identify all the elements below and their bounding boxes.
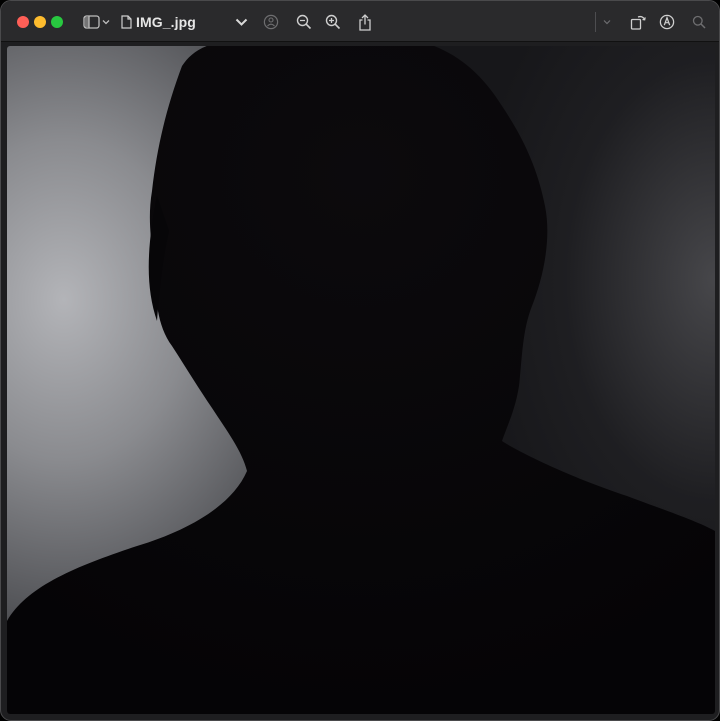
sidebar-options-button[interactable] <box>100 11 112 33</box>
sidebar-icon <box>82 15 100 29</box>
title-menu-button[interactable] <box>232 11 250 33</box>
search-icon <box>692 15 706 29</box>
toolbar-divider <box>595 12 596 32</box>
share-button[interactable] <box>355 11 375 33</box>
markup-icon <box>659 14 675 30</box>
zoom-in-button[interactable] <box>323 11 343 33</box>
zoom-out-button[interactable] <box>294 11 314 33</box>
document-proxy-icon[interactable] <box>119 11 133 33</box>
title-chevron-icon <box>235 18 248 27</box>
window-title[interactable]: IMG_.jpg <box>136 13 196 31</box>
rotate-button[interactable] <box>628 11 648 33</box>
share-icon <box>358 13 372 31</box>
rotate-icon <box>630 14 647 30</box>
silhouette-photo <box>7 46 715 714</box>
zoom-in-icon <box>325 14 341 30</box>
markup-button[interactable] <box>657 11 677 33</box>
document-icon <box>120 15 132 29</box>
person-silhouette <box>7 46 715 714</box>
chevron-down-icon <box>102 19 110 25</box>
title-bar: IMG_.jpg <box>1 1 719 42</box>
person-button[interactable] <box>261 11 281 33</box>
image-viewer[interactable] <box>7 46 715 714</box>
person-icon <box>263 14 279 30</box>
sidebar-toggle-button[interactable] <box>81 11 101 33</box>
toolbar-overflow-button[interactable] <box>601 11 613 33</box>
chevron-down-icon <box>603 19 611 25</box>
minimize-button[interactable] <box>34 16 46 28</box>
zoom-out-icon <box>296 14 312 30</box>
fullscreen-button[interactable] <box>51 16 63 28</box>
close-button[interactable] <box>17 16 29 28</box>
search-button[interactable] <box>690 11 708 33</box>
preview-window: IMG_.jpg <box>0 0 720 721</box>
